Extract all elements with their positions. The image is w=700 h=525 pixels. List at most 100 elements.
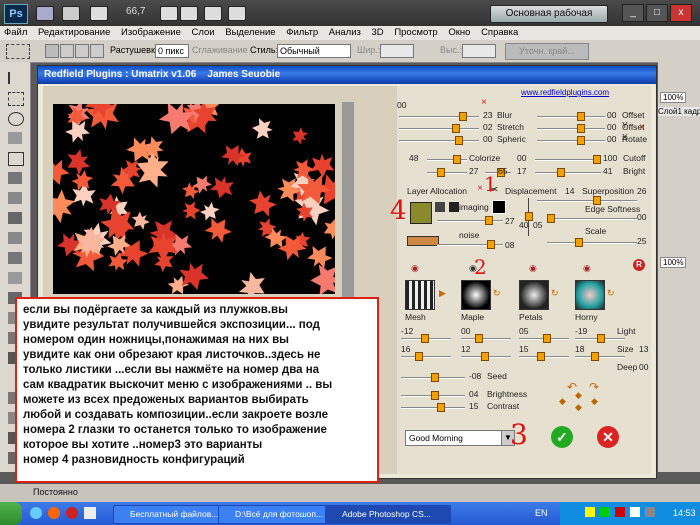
- tex-slider-2a[interactable]: [401, 356, 451, 358]
- tex-knob-1d[interactable]: [597, 334, 605, 343]
- width-input[interactable]: [380, 44, 414, 58]
- preset-select[interactable]: Good Morning ▼: [405, 430, 515, 446]
- spheric-slider[interactable]: [399, 140, 479, 142]
- rotate-knob[interactable]: [577, 136, 585, 145]
- workspace-button[interactable]: Основная рабочая среда: [490, 5, 608, 35]
- hand-tool-icon[interactable]: [160, 6, 178, 21]
- menu-edit[interactable]: Редактирование: [38, 27, 110, 38]
- contrast-slider[interactable]: [401, 407, 465, 409]
- tray-icon[interactable]: [585, 507, 595, 517]
- cancel-button[interactable]: ✕: [597, 426, 619, 448]
- language-indicator[interactable]: EN: [535, 508, 548, 518]
- feather-input[interactable]: 0 пикс: [155, 44, 189, 58]
- brightness-knob[interactable]: [431, 391, 439, 400]
- zoom-tool-icon[interactable]: [180, 6, 198, 21]
- style-select[interactable]: Обычный: [277, 44, 351, 58]
- maple-texture-thumb[interactable]: [461, 280, 491, 310]
- layer-allocation-option[interactable]: [435, 202, 445, 212]
- tex-knob-1a[interactable]: [421, 334, 429, 343]
- menu-help[interactable]: Справка: [481, 27, 518, 38]
- blur-knob[interactable]: [459, 112, 467, 121]
- grid-icon[interactable]: [90, 6, 108, 21]
- noise-knob[interactable]: [487, 240, 495, 249]
- tex-slider-1b[interactable]: [461, 338, 511, 340]
- history-brush-icon[interactable]: [8, 252, 22, 264]
- eraser-icon[interactable]: [8, 272, 22, 284]
- new-selection-icon[interactable]: [45, 44, 59, 58]
- contrast-knob[interactable]: [437, 403, 445, 412]
- blur-slider[interactable]: [399, 116, 479, 118]
- menu-3d[interactable]: 3D: [372, 27, 384, 38]
- cutoff-slider[interactable]: [535, 159, 601, 161]
- explorer-icon[interactable]: [84, 507, 96, 519]
- screen-mode-icon[interactable]: [228, 6, 246, 21]
- opera-icon[interactable]: [66, 507, 78, 519]
- edge-softness-slider[interactable]: [547, 218, 637, 220]
- refresh-icon[interactable]: ↻: [551, 288, 559, 299]
- menu-filter[interactable]: Фильтр: [286, 27, 318, 38]
- ie-icon[interactable]: [30, 507, 42, 519]
- subtract-selection-icon[interactable]: [75, 44, 89, 58]
- taskbar-item-photoshop[interactable]: Adobe Photoshop CS...: [325, 505, 451, 524]
- healing-brush-icon[interactable]: [8, 192, 22, 204]
- start-button[interactable]: [0, 502, 22, 525]
- move-left-icon[interactable]: ◆: [559, 396, 566, 407]
- tray-icon[interactable]: [600, 507, 610, 517]
- offset-y-knob[interactable]: [577, 112, 585, 121]
- add-selection-icon[interactable]: [60, 44, 74, 58]
- bright-knob[interactable]: [557, 168, 565, 177]
- menu-file[interactable]: Файл: [4, 27, 27, 38]
- scale-slider[interactable]: [547, 242, 637, 244]
- eye-icon[interactable]: ◉: [411, 263, 419, 274]
- r-badge[interactable]: R: [633, 259, 645, 271]
- rotate-slider[interactable]: [537, 140, 605, 142]
- navigator-zoom[interactable]: 100%: [660, 92, 687, 103]
- close-icon[interactable]: x: [670, 4, 692, 22]
- marquee-tool-icon[interactable]: [6, 44, 30, 59]
- intersect-selection-icon[interactable]: [90, 44, 104, 58]
- reset-x-icon-2[interactable]: ×: [477, 183, 483, 194]
- reset-x-icon[interactable]: ×: [481, 97, 487, 108]
- imaging-slider[interactable]: [437, 220, 503, 222]
- horny-texture-thumb[interactable]: [575, 280, 605, 310]
- zoom-level[interactable]: 66,7: [126, 6, 145, 17]
- speaker-icon[interactable]: [645, 507, 655, 517]
- layers-opacity[interactable]: 100%: [660, 257, 687, 268]
- refresh-icon[interactable]: ↻: [493, 288, 501, 299]
- noise-preview[interactable]: [407, 236, 439, 246]
- tex-knob-2d[interactable]: [591, 352, 599, 361]
- seed-knob[interactable]: [431, 373, 439, 382]
- tex-knob-2b[interactable]: [481, 352, 489, 361]
- bright-slider[interactable]: [535, 172, 601, 174]
- minimize-icon[interactable]: _: [622, 4, 644, 22]
- spheric-knob[interactable]: [455, 136, 463, 145]
- minibridge-icon[interactable]: [62, 6, 80, 21]
- ok-button[interactable]: ✓: [551, 426, 573, 448]
- website-link[interactable]: www.redfieldplugins.com: [521, 88, 609, 97]
- tex-slider-2d[interactable]: [575, 356, 625, 358]
- menu-view[interactable]: Просмотр: [394, 27, 437, 38]
- colorize-knob-2[interactable]: [437, 168, 445, 177]
- refresh-icon[interactable]: ↻: [607, 288, 615, 299]
- imaging-knob[interactable]: [485, 216, 493, 225]
- menu-layers[interactable]: Слои: [192, 27, 215, 38]
- quick-select-icon[interactable]: [8, 132, 22, 144]
- cutoff-knob[interactable]: [593, 155, 601, 164]
- eye-icon[interactable]: ◉: [583, 263, 591, 274]
- eye-icon[interactable]: ◉: [529, 263, 537, 274]
- mesh-texture-thumb[interactable]: [405, 280, 435, 310]
- imaging-color-swatch[interactable]: [492, 200, 506, 214]
- layer-allocation-grid[interactable]: [410, 202, 432, 224]
- marquee-icon[interactable]: [8, 92, 24, 106]
- arrange-docs-icon[interactable]: [204, 6, 222, 21]
- taskbar-item-browser[interactable]: Бесплатный файлов...: [113, 505, 231, 524]
- move-down-icon[interactable]: ◆: [575, 402, 582, 413]
- maximize-icon[interactable]: □: [646, 4, 668, 22]
- rotate-right-icon[interactable]: ↷: [589, 380, 599, 394]
- offset-x-slider[interactable]: [537, 128, 605, 130]
- bridge-icon[interactable]: [36, 6, 54, 21]
- offset-x-knob[interactable]: [577, 124, 585, 133]
- tex-knob-2c[interactable]: [537, 352, 545, 361]
- brush-icon[interactable]: [8, 212, 22, 224]
- taskbar-item-folder[interactable]: D:\Всё для фотошоп...: [218, 505, 338, 524]
